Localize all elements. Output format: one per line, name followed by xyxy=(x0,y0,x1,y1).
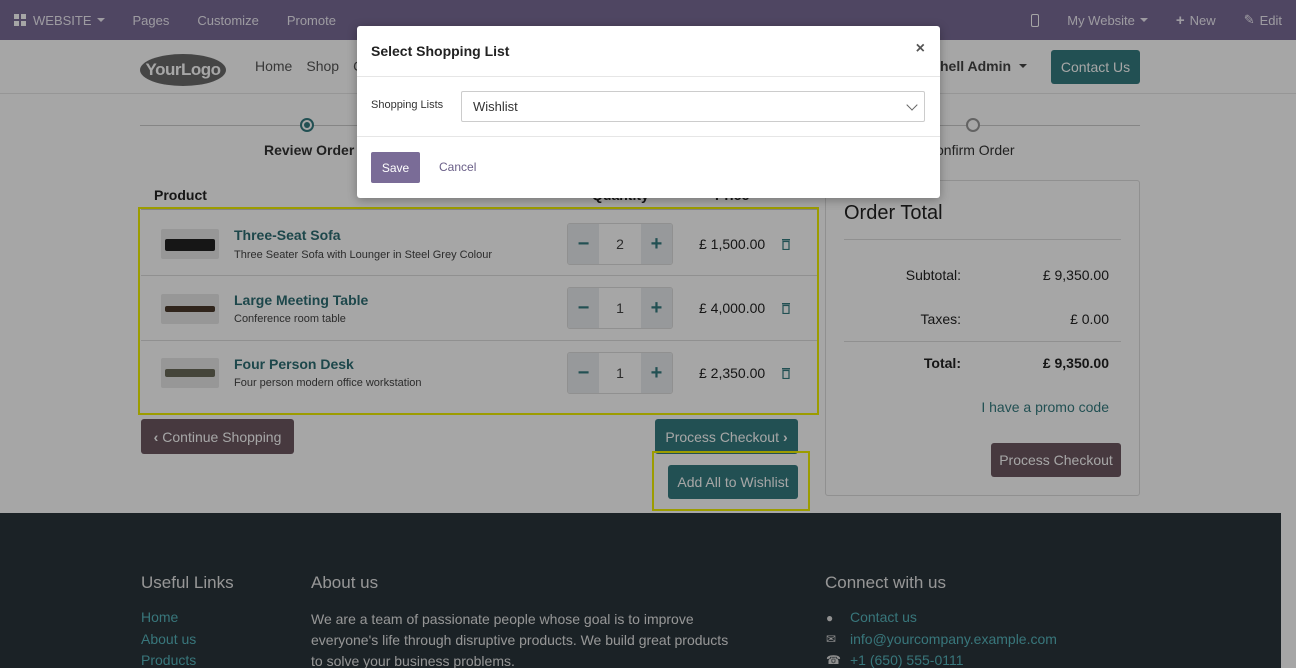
dialog-footer-divider xyxy=(357,136,940,137)
save-button[interactable]: Save xyxy=(371,152,420,183)
dialog-title: Select Shopping List xyxy=(371,43,510,59)
close-icon[interactable]: × xyxy=(916,40,925,58)
shopping-lists-label: Shopping Lists xyxy=(371,99,444,111)
shopping-list-select[interactable]: Wishlist xyxy=(461,91,925,122)
cancel-button[interactable]: Cancel xyxy=(439,160,476,174)
select-shopping-list-dialog: Select Shopping List × Shopping Lists Wi… xyxy=(357,26,940,198)
selected-list-value: Wishlist xyxy=(473,99,518,114)
dialog-header-divider xyxy=(357,76,940,77)
chevron-down-icon xyxy=(906,99,918,111)
